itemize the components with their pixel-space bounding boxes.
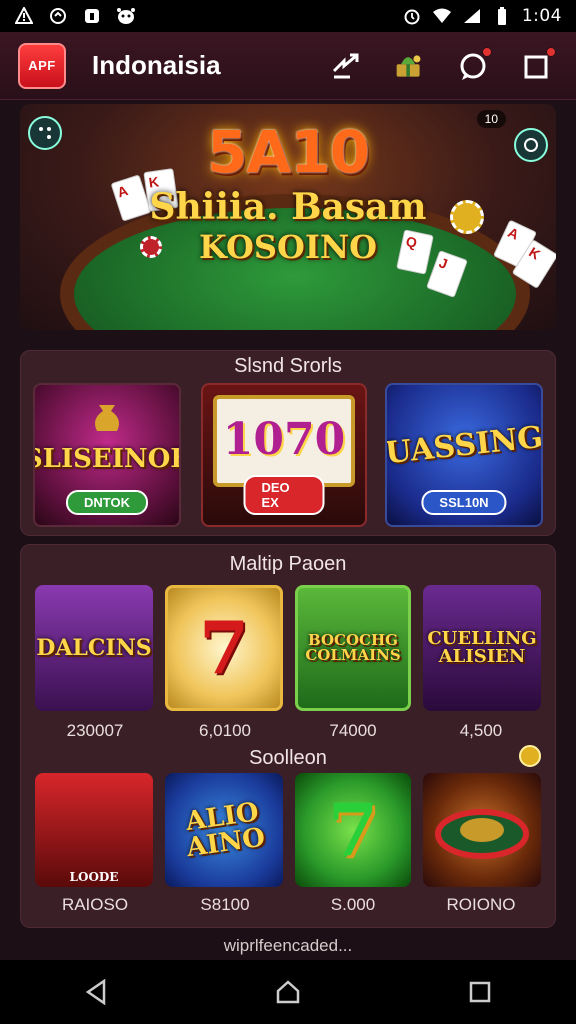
game-title: LOODE: [69, 870, 119, 884]
system-nav-bar: [0, 960, 576, 1024]
back-icon: [85, 979, 106, 1005]
alarm-icon: [402, 6, 422, 26]
featured-section: Slsnd Srorls SLISEINOE DNTOK 1070 DEO EX…: [20, 350, 556, 536]
footer-text: wiprlfeencaded...: [223, 936, 353, 955]
section-title: Maltip Paoen: [229, 553, 347, 575]
gift-icon: [396, 54, 421, 77]
banner-headline: 5A10: [207, 118, 370, 186]
game-value: S8100: [200, 895, 250, 914]
status-bar: 1:04: [0, 0, 576, 32]
games-section: Maltip Paoen DALCINS 7 BOCOCHG COLMAINS …: [20, 544, 556, 928]
face-icon: [116, 6, 136, 26]
play-button[interactable]: DEO EX: [243, 475, 325, 515]
game-title: 1070: [222, 414, 346, 465]
game-tile[interactable]: SLISEINOE DNTOK: [33, 383, 181, 527]
play-button[interactable]: DNTOK: [66, 490, 148, 515]
recents-button[interactable]: [460, 972, 500, 1012]
app-logo[interactable]: APF: [18, 42, 66, 89]
page-title: Indonaisia: [92, 50, 221, 80]
game-tile[interactable]: 7: [165, 585, 283, 711]
notification-dot: [546, 46, 556, 57]
signal-icon: [462, 6, 482, 26]
game-tile[interactable]: DALCINS: [35, 585, 153, 711]
home-icon: [276, 980, 300, 1004]
game-title: BOCOCHG COLMAINS: [305, 631, 401, 664]
game-tile[interactable]: 7: [295, 773, 411, 887]
banner-subtitle-2: KOSOINO: [199, 228, 377, 266]
game-tile[interactable]: 1070 DEO EX: [201, 383, 367, 527]
game-tile[interactable]: BOCOCHG COLMAINS: [295, 585, 411, 711]
game-value: ROIONO: [446, 895, 516, 914]
logo-text: APF: [28, 58, 56, 73]
clock-time: 1:04: [521, 6, 562, 26]
game-tile[interactable]: [423, 773, 541, 887]
game-title: CUELLING ALISIEN: [427, 628, 537, 667]
app-icon: [82, 6, 102, 26]
promo-banner[interactable]: A K Q J A K 10 5A10 Shiiia. Basam KOSOIN…: [20, 104, 556, 330]
wifi-icon: [432, 6, 452, 26]
game-title: 7: [198, 605, 250, 690]
game-value: S.000: [330, 895, 376, 914]
game-tile[interactable]: LOODE: [35, 773, 153, 887]
notification-dot: [482, 46, 492, 57]
game-value: RAIOSO: [61, 895, 129, 914]
sync-icon: [48, 6, 68, 26]
section-title: Slsnd Srorls: [234, 355, 342, 377]
alert-icon: [14, 6, 34, 26]
app-header: APF Indonaisia: [0, 32, 576, 100]
share-icon: [332, 53, 359, 78]
game-value: 6,0100: [199, 721, 251, 740]
share-button[interactable]: [330, 51, 360, 81]
game-title: SLISEINOE: [35, 444, 181, 474]
game-value: 74000: [329, 721, 377, 740]
game-tile[interactable]: CUELLING ALISIEN: [423, 585, 541, 711]
game-title: 7: [327, 787, 379, 872]
money-bag-icon: [95, 405, 119, 431]
battery-icon: [492, 6, 512, 26]
chat-button[interactable]: [458, 46, 492, 81]
edit-button[interactable]: [522, 46, 556, 81]
gift-button[interactable]: [394, 51, 424, 81]
home-button[interactable]: [268, 972, 308, 1012]
game-title: DALCINS: [36, 635, 152, 661]
game-value: 230007: [66, 721, 124, 740]
subsection-title: Soolleon: [249, 747, 327, 769]
game-tile[interactable]: UASSING SSL10N: [385, 383, 543, 527]
roulette-icon: [435, 809, 529, 859]
game-value: 4,500: [459, 721, 503, 740]
back-button[interactable]: [76, 972, 116, 1012]
game-title: UASSING: [385, 419, 543, 472]
play-button[interactable]: SSL10N: [421, 490, 507, 515]
game-tile[interactable]: ALIO AINO: [165, 773, 283, 887]
recents-icon: [469, 981, 491, 1003]
banner-subtitle: Shiiia. Basam: [149, 186, 427, 228]
game-title: ALIO AINO: [183, 797, 267, 864]
coin-icon[interactable]: [519, 745, 541, 767]
